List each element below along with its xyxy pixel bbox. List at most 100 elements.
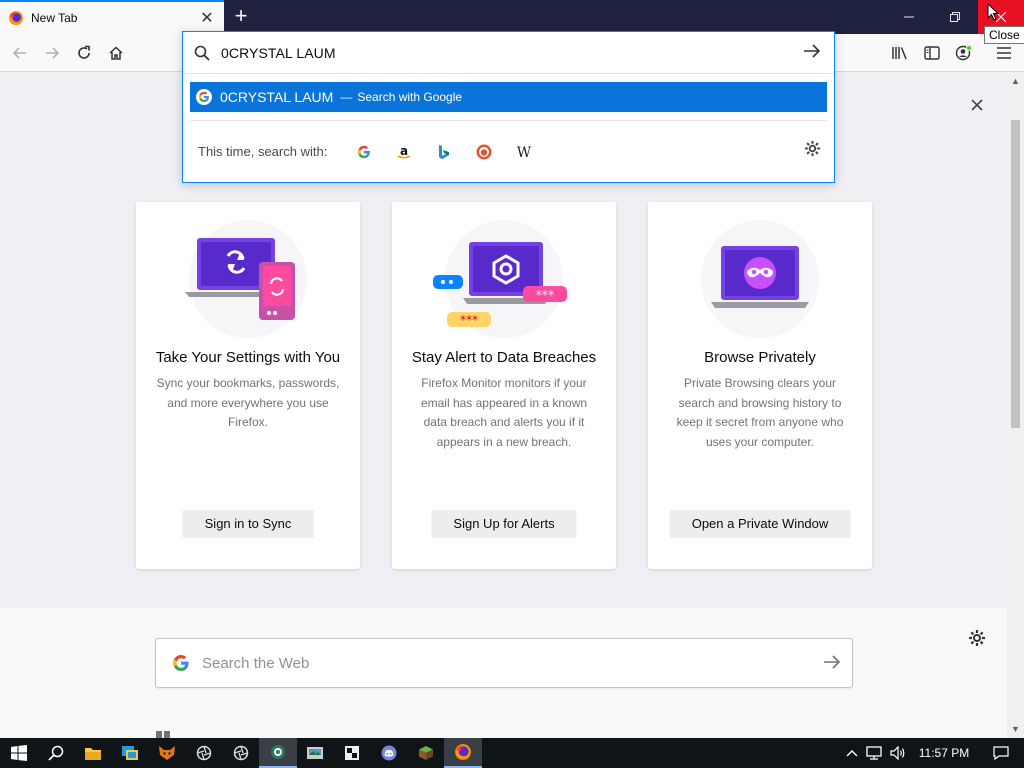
card-title: Browse Privately bbox=[704, 349, 816, 366]
urlbar-input[interactable]: 0CRYSTAL LAUM bbox=[183, 32, 834, 74]
library-button[interactable] bbox=[886, 39, 914, 67]
urlbar-value[interactable]: 0CRYSTAL LAUM bbox=[221, 45, 790, 61]
suggestion-query: 0CRYSTAL LAUM bbox=[220, 89, 334, 105]
back-button[interactable] bbox=[6, 39, 34, 67]
scroll-up-icon[interactable]: ▲ bbox=[1011, 76, 1020, 86]
restore-button[interactable] bbox=[932, 0, 978, 34]
sign-up-for-alerts-button[interactable]: Sign Up for Alerts bbox=[431, 510, 577, 538]
amazon-icon: a bbox=[397, 144, 411, 159]
web-search-box[interactable]: Search the Web bbox=[155, 638, 853, 688]
taskbar-app-media[interactable] bbox=[296, 738, 334, 768]
open-private-window-button[interactable]: Open a Private Window bbox=[669, 510, 851, 538]
popup-divider bbox=[190, 120, 827, 121]
engine-bing-button[interactable] bbox=[433, 141, 455, 163]
tab-title: New Tab bbox=[31, 11, 78, 25]
arrow-left-icon bbox=[12, 47, 26, 59]
tab-strip: New Tab ✕ + bbox=[0, 0, 1024, 34]
sidebar-button[interactable] bbox=[918, 39, 946, 67]
taskbar-app-windows[interactable] bbox=[111, 738, 149, 768]
page-scrollbar[interactable]: ▲ ▼ bbox=[1007, 72, 1024, 738]
taskbar-discord[interactable] bbox=[370, 738, 408, 768]
scrollbar-thumb[interactable] bbox=[1011, 120, 1020, 428]
account-icon bbox=[955, 45, 972, 61]
search-submit-button[interactable] bbox=[812, 653, 852, 674]
tab-new-tab[interactable]: New Tab ✕ bbox=[0, 0, 224, 34]
taskbar-app-puzzle[interactable] bbox=[333, 738, 371, 768]
search-suggestion-row[interactable]: 0CRYSTAL LAUM — Search with Google bbox=[190, 82, 827, 112]
account-button[interactable] bbox=[950, 39, 978, 67]
app-window-icon bbox=[122, 746, 138, 760]
gear-icon bbox=[969, 630, 985, 646]
dismiss-cards-button[interactable] bbox=[966, 94, 988, 116]
tab-close-icon[interactable]: ✕ bbox=[198, 9, 216, 27]
reload-icon bbox=[78, 45, 90, 59]
sign-in-to-sync-button[interactable]: Sign in to Sync bbox=[182, 510, 314, 538]
taskbar-app-aperture-2[interactable] bbox=[222, 738, 260, 768]
laptop-sync-icon bbox=[185, 238, 295, 320]
svg-text:***: *** bbox=[536, 288, 554, 302]
gear-icon bbox=[804, 140, 820, 157]
wikipedia-icon: W bbox=[517, 145, 532, 159]
forward-button[interactable] bbox=[38, 39, 66, 67]
bing-icon bbox=[439, 145, 449, 159]
customize-button[interactable] bbox=[966, 629, 988, 651]
search-icon bbox=[183, 45, 221, 61]
arrow-right-icon bbox=[804, 44, 821, 58]
engine-amazon-button[interactable]: a bbox=[393, 141, 415, 163]
system-tray: 11:57 PM bbox=[842, 738, 1024, 768]
taskbar-app-aperture-1[interactable] bbox=[185, 738, 223, 768]
mouse-cursor-icon bbox=[987, 3, 999, 21]
close-icon bbox=[971, 99, 983, 111]
engine-duckduckgo-button[interactable] bbox=[473, 141, 495, 163]
sidebar-icon bbox=[924, 46, 940, 60]
google-icon bbox=[357, 145, 370, 159]
taskbar-firefox[interactable] bbox=[444, 738, 482, 768]
engine-google-button[interactable] bbox=[353, 141, 375, 163]
monitor-illustration: *** *** bbox=[433, 220, 567, 338]
search-icon bbox=[48, 745, 64, 761]
notifications-icon[interactable] bbox=[978, 746, 1024, 760]
taskbar-file-explorer[interactable] bbox=[74, 738, 112, 768]
card-description: Firefox Monitor monitors if your email h… bbox=[420, 376, 588, 449]
reload-button[interactable] bbox=[70, 39, 98, 67]
aperture-icon bbox=[196, 745, 212, 761]
sync-illustration bbox=[185, 220, 307, 338]
restore-icon bbox=[950, 12, 960, 22]
new-tab-button[interactable]: + bbox=[229, 5, 253, 29]
network-icon[interactable] bbox=[862, 746, 886, 760]
google-icon bbox=[196, 89, 212, 105]
start-button[interactable] bbox=[0, 738, 38, 768]
home-button[interactable] bbox=[102, 39, 130, 67]
taskbar-app-fox[interactable] bbox=[148, 738, 186, 768]
discord-icon bbox=[381, 745, 397, 761]
folder-icon bbox=[85, 747, 101, 760]
home-icon bbox=[109, 46, 123, 60]
engine-wikipedia-button[interactable]: W bbox=[513, 141, 535, 163]
library-icon bbox=[892, 47, 907, 60]
tray-chevron-up-icon[interactable] bbox=[842, 749, 862, 757]
card-title: Stay Alert to Data Breaches bbox=[411, 349, 597, 366]
card-description: Private Browsing clears your search and … bbox=[676, 376, 844, 449]
minimize-button[interactable] bbox=[886, 0, 932, 34]
go-button[interactable] bbox=[790, 42, 834, 63]
card-private-browsing: Browse Privately Private Browsing clears… bbox=[648, 202, 872, 569]
taskbar-app-cortana[interactable] bbox=[259, 738, 297, 768]
scroll-down-icon[interactable]: ▼ bbox=[1011, 724, 1020, 734]
private-browsing-illustration bbox=[701, 220, 819, 338]
aperture-icon bbox=[233, 745, 249, 761]
duckduckgo-icon bbox=[476, 144, 492, 160]
firefox-icon bbox=[9, 11, 23, 25]
volume-icon[interactable] bbox=[886, 746, 910, 760]
laptop-monitor-icon: *** *** bbox=[433, 242, 567, 327]
web-search-placeholder: Search the Web bbox=[202, 654, 310, 672]
laptop-private-icon bbox=[711, 246, 809, 308]
clock[interactable]: 11:57 PM bbox=[910, 746, 978, 760]
media-app-icon bbox=[307, 747, 323, 759]
taskbar-minecraft[interactable] bbox=[407, 738, 445, 768]
svg-text:a: a bbox=[400, 144, 408, 158]
taskbar-search-button[interactable] bbox=[37, 738, 75, 768]
search-settings-button[interactable] bbox=[801, 140, 823, 162]
windows-start-icon bbox=[11, 745, 27, 761]
close-tooltip: Close bbox=[984, 26, 1024, 44]
svg-text:W: W bbox=[517, 145, 532, 159]
